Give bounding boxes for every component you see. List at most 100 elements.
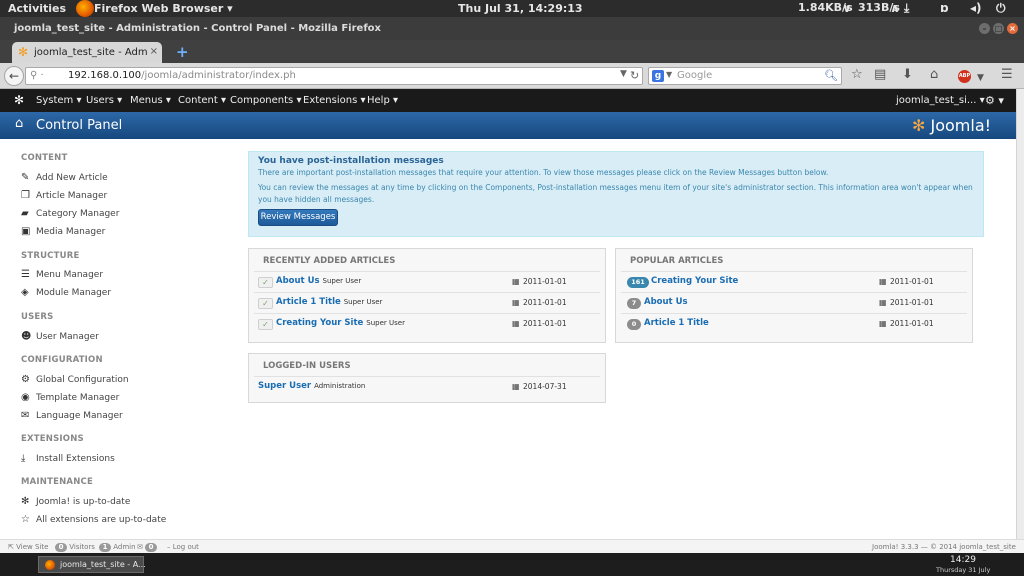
sidebar-heading-users: USERS <box>21 312 54 322</box>
sidebar-item-media-manager[interactable]: ▣ Media Manager <box>21 226 105 237</box>
menu-menus[interactable]: Menus ▾ <box>130 95 171 106</box>
article-date: 2011-01-01 <box>890 319 934 328</box>
user-role: Administration <box>314 382 366 390</box>
menu-extensions[interactable]: Extensions ▾ <box>303 95 366 106</box>
sidebar-item-module-manager[interactable]: ◈ Module Manager <box>21 287 111 298</box>
google-icon[interactable]: g <box>652 70 664 82</box>
sidebar-item-label: Media Manager <box>36 227 106 237</box>
sidebar-item-global-configuration[interactable]: ⚙ Global Configuration <box>21 374 129 385</box>
url-text[interactable]: 192.168.0.100/joomla/administrator/index… <box>68 70 296 81</box>
joomla-logo-icon[interactable]: ✻ <box>14 94 24 106</box>
app-menu[interactable]: Firefox Web Browser ▾ <box>94 2 233 15</box>
keyboard-layout-icon[interactable]: ɒ <box>940 1 949 15</box>
user-name[interactable]: Super User <box>258 381 311 391</box>
article-title[interactable]: Creating Your Site <box>651 276 738 286</box>
calendar-icon: ▦ <box>512 277 520 286</box>
search-engine-dropdown-icon[interactable]: ▼ <box>666 70 672 79</box>
article-link[interactable]: Creating Your Site Super User <box>276 318 405 328</box>
close-window-icon[interactable]: × <box>1007 23 1018 34</box>
volume-icon[interactable]: ◂) <box>970 1 982 15</box>
logout-label: Log out <box>172 543 199 551</box>
down-arrow-icon: ∨ <box>842 1 852 15</box>
downloads-icon[interactable]: ⬇ <box>902 68 913 82</box>
taskbar-clock[interactable]: 14:29 <box>950 555 976 565</box>
article-title[interactable]: Creating Your Site <box>276 318 363 328</box>
article-title[interactable]: Article 1 Title <box>276 297 341 307</box>
article-title[interactable]: About Us <box>644 297 688 307</box>
home-icon[interactable]: ⌂ <box>930 68 938 82</box>
published-check-icon[interactable]: ✓ <box>258 277 273 288</box>
site-name-dropdown[interactable]: joomla_test_si... ▾ <box>896 95 985 106</box>
download-icon: ⤓ <box>21 453 26 464</box>
menu-help[interactable]: Help ▾ <box>367 95 398 106</box>
tab-close-icon[interactable]: × <box>150 46 158 57</box>
sidebar-heading-content: CONTENT <box>21 153 68 163</box>
new-tab-icon[interactable]: + <box>176 43 189 61</box>
admin-count: 1 <box>99 543 111 552</box>
bookmark-star-icon[interactable]: ☆ <box>851 68 863 82</box>
sidebar-item-label: Joomla! is up-to-date <box>36 497 131 507</box>
navigation-toolbar: ← ⚲ · 192.168.0.100/joomla/administrator… <box>0 63 1024 89</box>
article-title[interactable]: About Us <box>276 276 320 286</box>
logged-in-users-panel: LOGGED-IN USERS Super User Administratio… <box>248 353 606 403</box>
menu-system[interactable]: System ▾ <box>36 95 82 106</box>
sidebar-item-extensions-up-to-date[interactable]: ☆ All extensions are up-to-date <box>21 514 166 525</box>
back-button[interactable]: ← <box>4 66 24 86</box>
table-row: 0 Article 1 Title ▦ 2011-01-01 <box>621 313 967 334</box>
sidebar-item-category-manager[interactable]: ▰ Category Manager <box>21 208 119 219</box>
menu-users[interactable]: Users ▾ <box>86 95 122 106</box>
reading-list-icon[interactable]: ▤ <box>874 68 886 82</box>
visitors-status: 0 Visitors <box>55 543 95 552</box>
download-tray-icon[interactable]: ⤓ <box>904 1 909 16</box>
article-title[interactable]: Article 1 Title <box>644 318 709 328</box>
adblock-icon[interactable]: ABP <box>958 70 971 83</box>
review-messages-button[interactable]: Review Messages <box>258 209 338 226</box>
article-date: 2011-01-01 <box>890 298 934 307</box>
sidebar-item-label: Add New Article <box>36 173 108 183</box>
menu-components[interactable]: Components ▾ <box>230 95 301 106</box>
maximize-icon[interactable]: □ <box>993 23 1004 34</box>
tab-joomla[interactable]: ✻ joomla_test_site - Admi... × <box>12 42 162 63</box>
sidebar-item-label: Category Manager <box>36 209 120 219</box>
sidebar-item-user-manager[interactable]: ☻ User Manager <box>21 331 99 342</box>
mail-icon: ✉ <box>137 543 143 551</box>
messages-count: 0 <box>145 543 158 552</box>
notice-text-secondary: You can review the messages at any time … <box>258 183 973 204</box>
sidebar-item-menu-manager[interactable]: ☰ Menu Manager <box>21 269 103 280</box>
taskbar-firefox-window[interactable]: joomla_test_site - A... <box>38 556 146 573</box>
menu-content[interactable]: Content ▾ <box>178 95 226 106</box>
site-identity-icon[interactable]: ⚲ · <box>30 70 44 81</box>
pencil-icon: ✎ <box>21 172 30 183</box>
published-check-icon[interactable]: ✓ <box>258 319 273 330</box>
minimize-icon[interactable]: – <box>979 23 990 34</box>
sidebar-item-install-extensions[interactable]: ⤓ Install Extensions <box>21 453 115 464</box>
page-scrollbar[interactable] <box>1016 89 1024 539</box>
system-clock[interactable]: Thu Jul 31, 14:29:13 <box>458 2 583 15</box>
article-link[interactable]: About Us Super User <box>276 276 361 286</box>
search-icon[interactable]: 🔍︎ <box>824 69 838 82</box>
messages-status[interactable]: ✉ 0 <box>137 543 158 552</box>
menu-hamburger-icon[interactable]: ☰ <box>1001 68 1013 82</box>
adblock-dropdown-icon[interactable]: ▼ <box>977 71 984 85</box>
power-icon[interactable]: ⏻ <box>996 1 1006 16</box>
sidebar-item-article-manager[interactable]: ❐ Article Manager <box>21 190 107 201</box>
url-dropdown-icon[interactable]: ▼ <box>620 69 627 79</box>
url-bar[interactable]: ⚲ · 192.168.0.100/joomla/administrator/i… <box>25 67 643 85</box>
logout-link[interactable]: – Log out <box>167 543 199 551</box>
user-link[interactable]: Super User Administration <box>258 381 365 391</box>
sidebar-item-template-manager[interactable]: ◉ Template Manager <box>21 392 119 403</box>
sidebar-item-joomla-up-to-date[interactable]: ✻ Joomla! is up-to-date <box>21 496 130 507</box>
sidebar-item-add-new-article[interactable]: ✎ Add New Article <box>21 172 108 183</box>
article-date: 2011-01-01 <box>523 277 567 286</box>
user-settings-gear-icon[interactable]: ⚙ ▾ <box>985 94 1004 107</box>
window-title: joomla_test_site - Administration - Cont… <box>14 23 381 34</box>
sidebar-item-language-manager[interactable]: ✉ Language Manager <box>21 410 123 421</box>
calendar-icon: ▦ <box>879 277 887 286</box>
published-check-icon[interactable]: ✓ <box>258 298 273 309</box>
article-link[interactable]: Article 1 Title Super User <box>276 297 382 307</box>
url-path: /joomla/administrator/index.ph <box>141 70 296 81</box>
reload-icon[interactable]: ↻ <box>630 69 639 82</box>
search-bar[interactable]: g ▼ Google 🔍︎ <box>648 67 842 85</box>
view-site-link[interactable]: ⇱ View Site <box>8 543 48 551</box>
activities-button[interactable]: Activities <box>8 2 66 15</box>
